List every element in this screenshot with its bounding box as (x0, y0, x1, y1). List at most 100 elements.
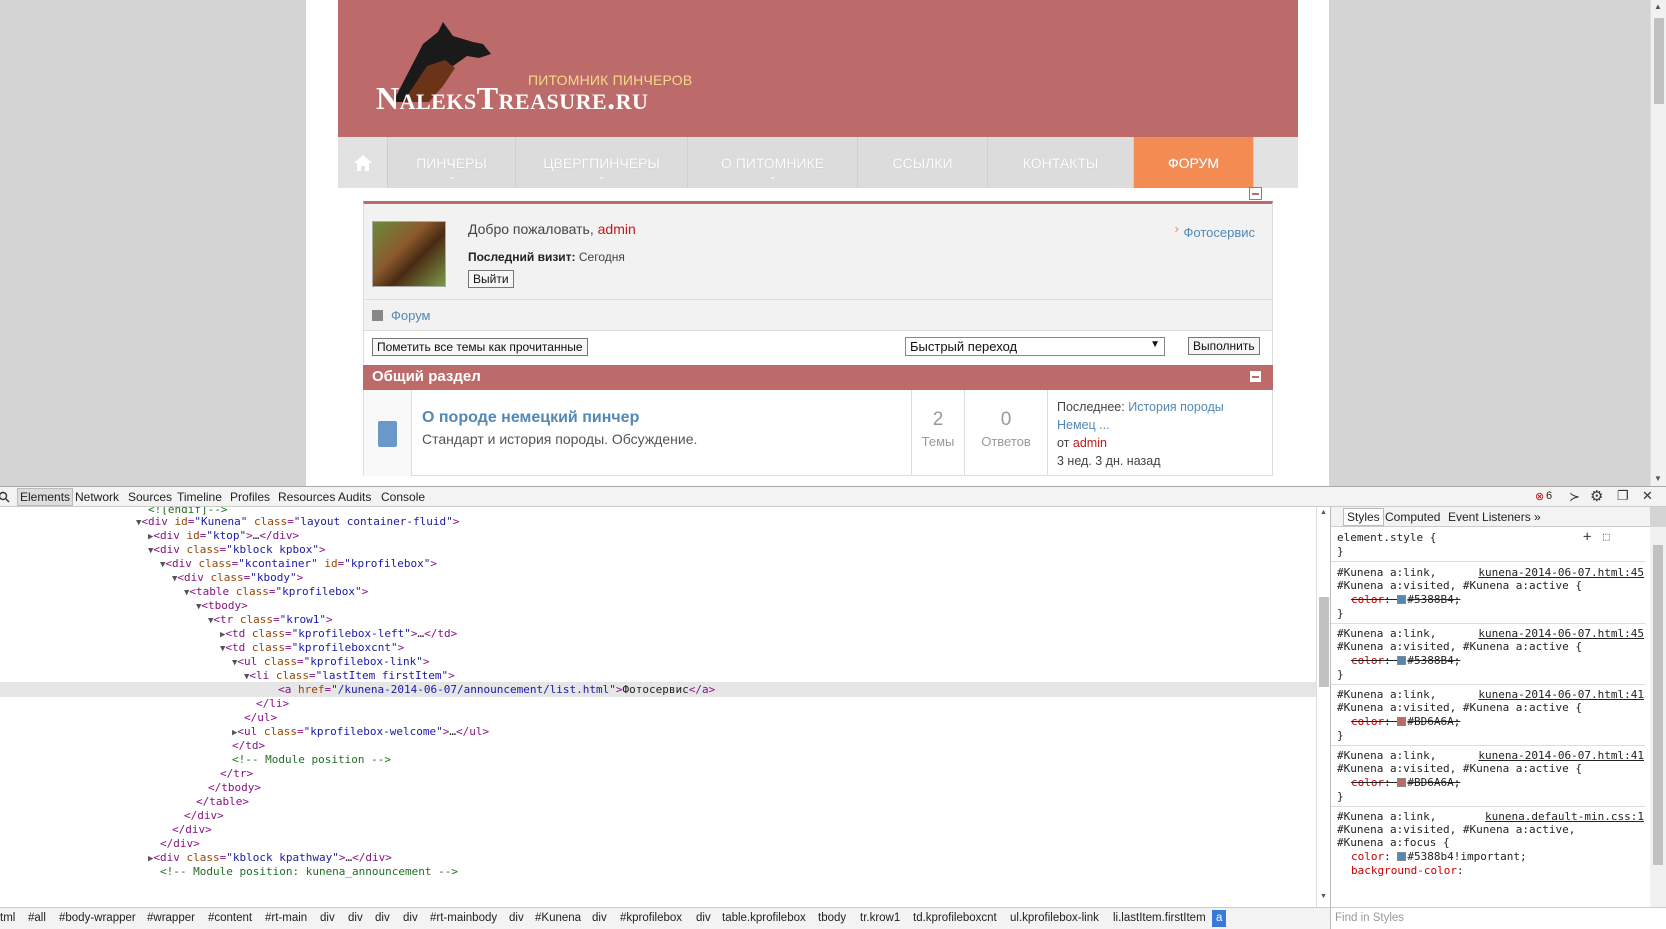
style-source-link[interactable]: kunena-2014-06-07.html:45 (1478, 627, 1644, 640)
add-rule-icon[interactable]: + (1583, 529, 1591, 545)
breadcrumb-item[interactable]: ul.kprofilebox-link (1010, 912, 1099, 924)
dom-line[interactable]: </td> (232, 738, 265, 753)
style-rule[interactable]: #Kunena a:link, (1337, 749, 1436, 763)
dom-line[interactable]: ▼<div class="kcontainer" id="kprofilebox… (160, 556, 437, 571)
breadcrumb-item[interactable]: table.kprofilebox (722, 912, 806, 924)
style-prop[interactable]: color: #BD6A6A; (1351, 715, 1460, 729)
dom-line[interactable]: ▼<table class="kprofilebox"> (184, 584, 368, 599)
breadcrumb-item[interactable]: a (1212, 910, 1227, 927)
style-rule[interactable]: #Kunena a:visited, #Kunena a:active { (1337, 579, 1582, 593)
error-icon[interactable]: ⊗ (1535, 490, 1544, 503)
scroll-down-icon[interactable]: ▼ (1320, 893, 1327, 900)
toggle-state-icon[interactable]: ⬚ (1603, 530, 1610, 543)
tab-event-listeners[interactable]: Event Listeners (1448, 510, 1531, 524)
last-post-link[interactable]: История породы (1128, 400, 1224, 414)
breadcrumb-item[interactable]: tbody (818, 912, 846, 924)
collapse-profile-button[interactable] (1249, 187, 1262, 200)
gear-icon[interactable]: ⚙ (1590, 487, 1603, 505)
nav-item-forum[interactable]: ФОРУМ (1134, 137, 1254, 188)
elements-panel[interactable]: <![endif]--> ▼<div id="Kunena" class="la… (0, 507, 1316, 907)
tab-elements[interactable]: Elements (17, 488, 74, 506)
style-source-link[interactable]: kunena.default-min.css:1 (1485, 810, 1644, 823)
style-prop[interactable]: color: #BD6A6A; (1351, 776, 1460, 790)
dock-icon[interactable]: ❐ (1617, 488, 1629, 504)
search-icon[interactable] (0, 491, 10, 503)
dom-line[interactable]: ▶<div id="ktop">…</div> (148, 528, 299, 543)
style-rule[interactable]: #Kunena a:link, (1337, 627, 1436, 641)
username-link[interactable]: admin (598, 221, 636, 237)
nav-item-contacts[interactable]: КОНТАКТЫ (988, 137, 1134, 188)
dom-line[interactable]: ▶<div class="kblock kpathway">…</div> (148, 850, 392, 865)
breadcrumb-item[interactable]: #wrapper (147, 912, 195, 924)
error-count[interactable]: 6 (1546, 490, 1552, 502)
home-button[interactable] (338, 137, 388, 188)
style-rule[interactable]: #Kunena a:visited, #Kunena a:active, (1337, 823, 1575, 837)
style-rule[interactable]: #Kunena a:link, (1337, 810, 1436, 824)
logout-button[interactable]: Выйти (468, 270, 514, 288)
style-source-link[interactable]: kunena-2014-06-07.html:41 (1478, 749, 1644, 762)
collapse-section-button[interactable] (1249, 370, 1262, 383)
dom-line[interactable]: ▶<td class="kprofilebox-left">…</td> (220, 626, 457, 641)
scroll-down-icon[interactable]: ▼ (1654, 474, 1662, 483)
dom-line[interactable]: ▼<div class="kblock kpbox"> (148, 542, 326, 557)
breadcrumb-item[interactable]: div (348, 912, 363, 924)
scroll-up-icon[interactable]: ▲ (1320, 509, 1327, 516)
breadcrumb-item[interactable]: div (375, 912, 390, 924)
dom-line[interactable]: <!-- Module position: kunena_announcemen… (160, 864, 458, 879)
dom-line[interactable]: ▼<div id="Kunena" class="layout containe… (136, 514, 459, 529)
dom-line-selected[interactable]: <a href="/kunena-2014-06-07/announcement… (0, 682, 1316, 697)
pathway-forum-link[interactable]: Форум (391, 308, 431, 323)
breadcrumb-item[interactable]: td.kprofileboxcnt (913, 912, 997, 924)
dom-line[interactable]: ▼<tbody> (196, 598, 248, 613)
tab-profiles[interactable]: Profiles (230, 490, 270, 504)
style-rule[interactable]: #Kunena a:focus { (1337, 836, 1450, 850)
photo-service-link[interactable]: Фотосервис (1175, 221, 1255, 240)
more-tabs-icon[interactable]: » (1534, 510, 1541, 524)
breadcrumb-item[interactable]: #kprofilebox (620, 912, 682, 924)
dom-line[interactable]: ▼<ul class="kprofilebox-link"> (232, 654, 430, 669)
find-in-styles-input[interactable]: Find in Styles (1330, 907, 1666, 929)
style-prop[interactable]: color: #5388B4; (1351, 593, 1460, 607)
tab-styles[interactable]: Styles (1343, 508, 1384, 526)
style-prop[interactable]: background-color: (1351, 864, 1464, 878)
dom-line[interactable]: <!-- Module position --> (232, 752, 391, 767)
tab-audits[interactable]: Audits (338, 490, 371, 504)
last-post-user-link[interactable]: admin (1073, 436, 1107, 450)
close-icon[interactable]: ✕ (1642, 488, 1653, 504)
elements-scrollbar[interactable]: ▲ ▼ (1316, 507, 1330, 907)
avatar[interactable] (372, 221, 446, 287)
nav-item-pinschers[interactable]: ПИНЧЕРЫ ⌄ (388, 137, 516, 188)
dom-line[interactable]: </tbody> (208, 780, 261, 795)
styles-scrollbar[interactable] (1650, 527, 1666, 907)
tab-network[interactable]: Network (75, 490, 119, 504)
tab-sources[interactable]: Sources (128, 490, 172, 504)
breadcrumb-item[interactable]: #all (28, 912, 46, 924)
style-source-link[interactable]: kunena-2014-06-07.html:41 (1478, 688, 1644, 701)
scroll-up-icon[interactable]: ▲ (1654, 2, 1662, 11)
go-button[interactable]: Выполнить (1188, 337, 1260, 355)
dom-line[interactable]: ▼<div class="kbody"> (172, 570, 303, 585)
breadcrumb-item[interactable]: #rt-mainbody (430, 912, 497, 924)
dom-line[interactable]: </table> (196, 794, 249, 809)
mark-all-read-button[interactable]: Пометить все темы как прочитанные (372, 338, 588, 356)
dom-line[interactable]: </div> (184, 808, 224, 823)
tab-timeline[interactable]: Timeline (177, 490, 222, 504)
page-scrollbar-thumb[interactable] (1654, 18, 1664, 104)
dom-line[interactable]: ▼<td class="kprofileboxcnt"> (220, 640, 404, 655)
style-rule[interactable]: element.style { (1337, 531, 1436, 545)
breadcrumb-item[interactable]: #body-wrapper (59, 912, 136, 924)
dom-line[interactable]: </div> (172, 822, 212, 837)
dom-line[interactable]: ▼<li class="lastItem firstItem"> (244, 668, 455, 683)
site-logo-text[interactable]: NaleksTreasure.ru (376, 80, 648, 117)
breadcrumb-item[interactable]: li.lastItem.firstItem (1113, 912, 1206, 924)
page-scrollbar[interactable]: ▲ ▼ (1650, 0, 1666, 488)
category-title-link[interactable]: О породе немецкий пинчер (422, 409, 639, 427)
dom-line[interactable]: </tr> (220, 766, 253, 781)
elements-scrollbar-thumb[interactable] (1319, 597, 1329, 687)
styles-scrollbar-thumb[interactable] (1653, 545, 1663, 865)
style-rule[interactable]: #Kunena a:visited, #Kunena a:active { (1337, 701, 1582, 715)
breadcrumb-item[interactable]: div (696, 912, 711, 924)
dom-line[interactable]: </div> (160, 836, 200, 851)
style-rule[interactable]: #Kunena a:link, (1337, 566, 1436, 580)
console-drawer-icon[interactable]: ≻ (1569, 489, 1580, 505)
